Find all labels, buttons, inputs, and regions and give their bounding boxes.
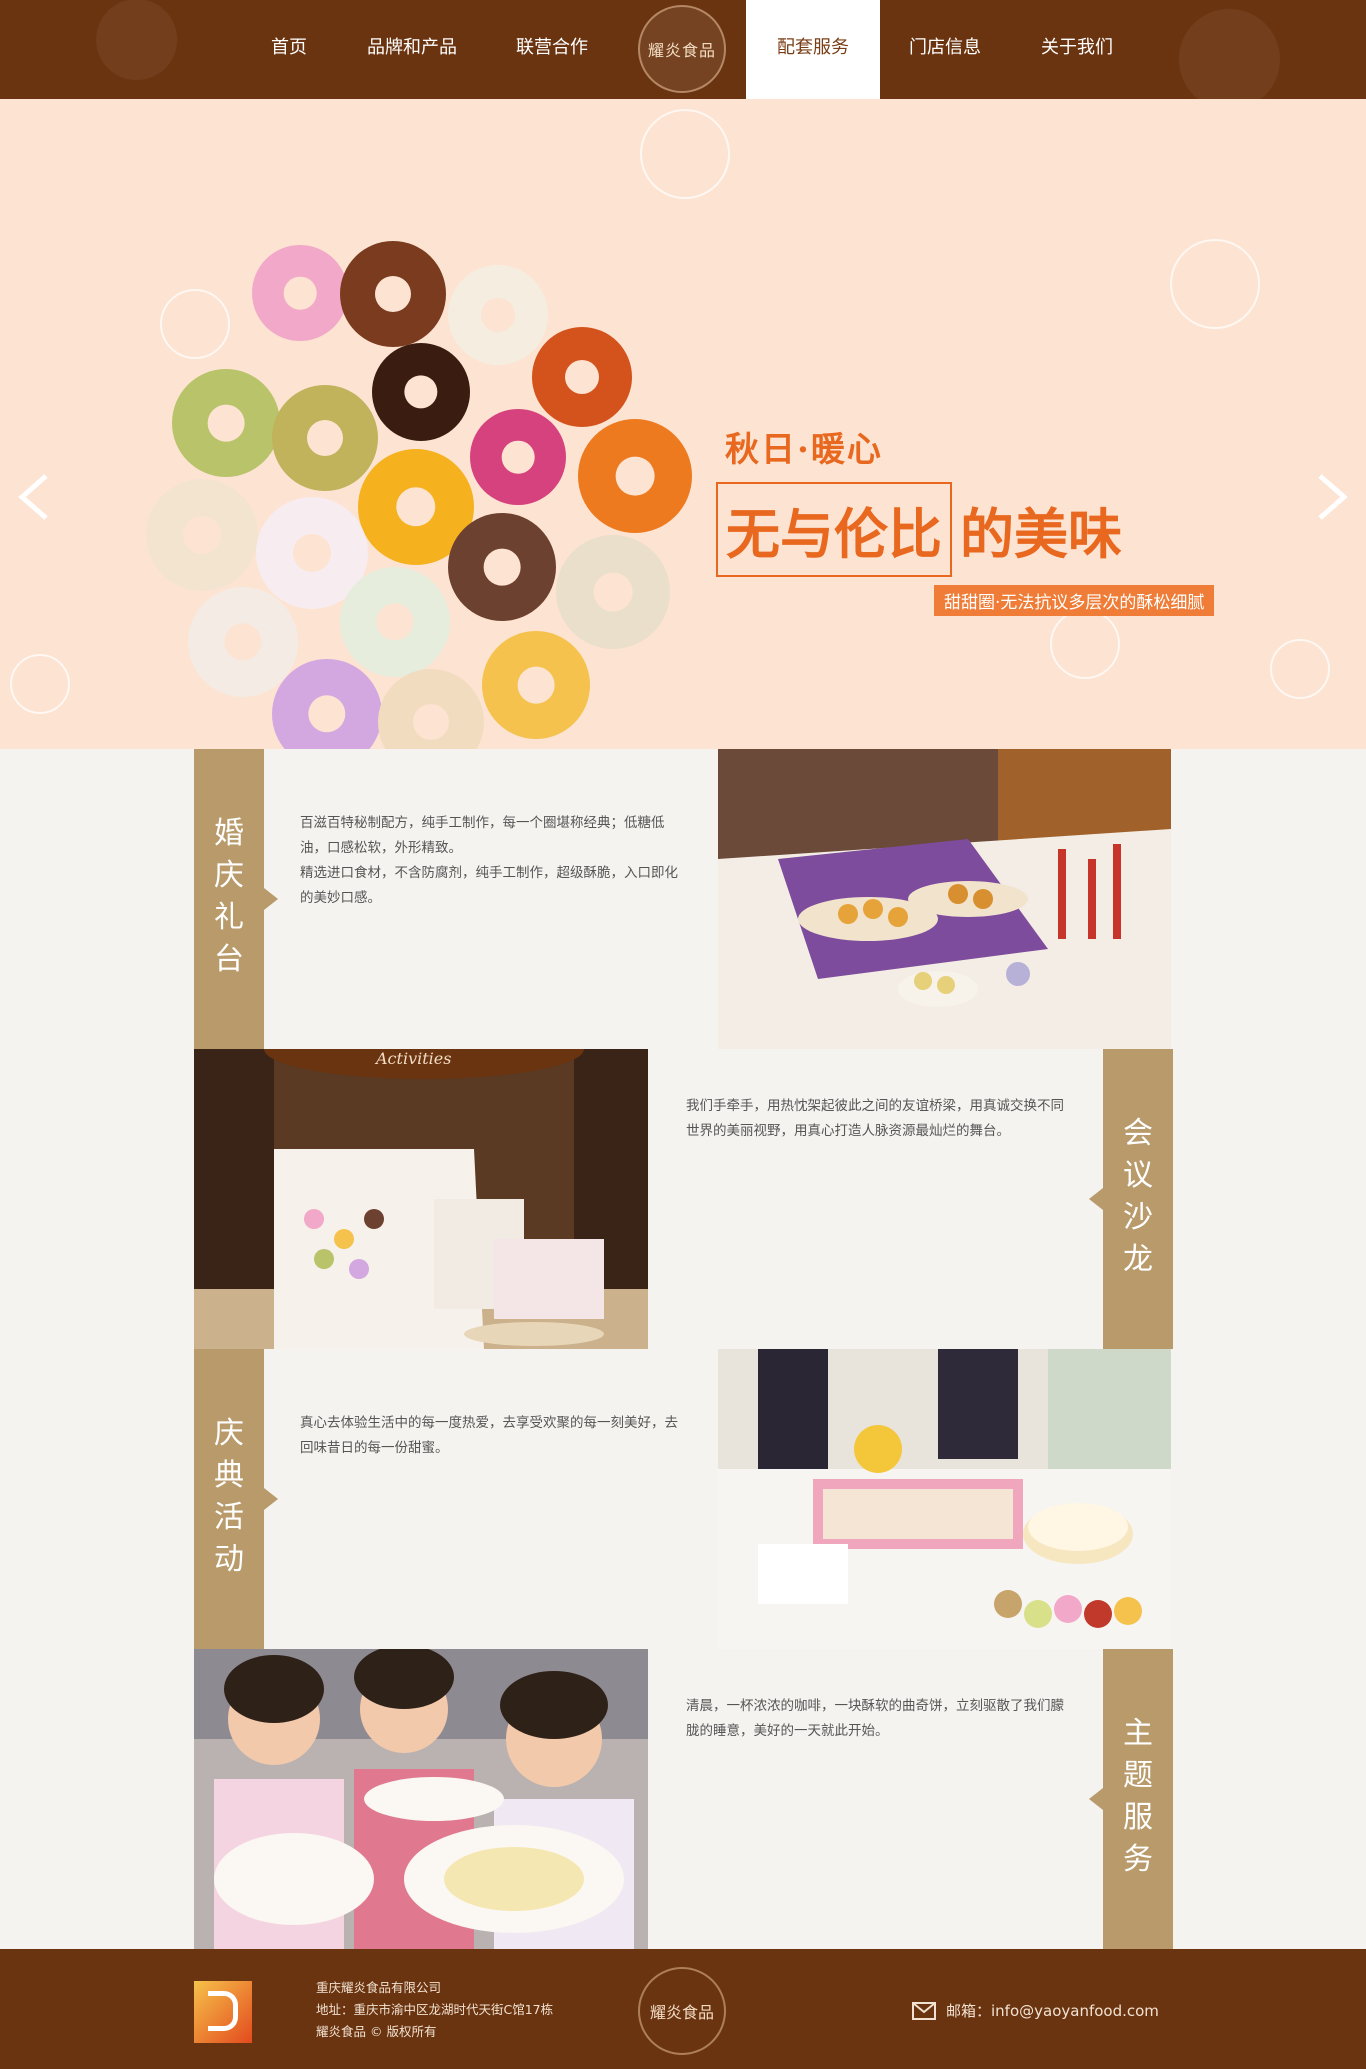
wedding-dessert-table-photo [718,749,1171,1049]
service-label-text: 主 题 服 务 [1123,1716,1153,1877]
service-label-salon: 会 议 沙 龙 [1103,1049,1173,1349]
banner-tagline: 甜甜圈·无法抗议多层次的酥松细腻 [934,585,1215,616]
decor-ring [640,109,730,199]
band-notch [264,1488,278,1510]
service-desc-wedding: 百滋百特秘制配方，纯手工制作，每一个圈堪称经典；低糖低油，口感松软，外形精致。 … [300,815,678,906]
band-notch [1089,1188,1103,1210]
service-desc-celebration: 真心去体验生活中的每一度热爱，去享受欢聚的每一刻美好，去回味昔日的每一份甜蜜。 [300,1415,678,1456]
celebration-dessert-photo [718,1349,1171,1649]
service-label-text: 会 议 沙 龙 [1123,1116,1153,1277]
footer-company-name: 重庆耀炎食品有限公司 [316,1980,442,1995]
mail-icon [912,2001,936,2020]
banner-title-rest: 的美味 [960,502,1122,566]
donut [372,343,470,441]
donut [578,419,692,533]
banner-title: 无与伦比 的美味 [716,482,1122,577]
footer-logo-circle: 耀炎食品 [638,1967,726,2055]
footer-email[interactable]: 邮箱：info@yaoyanfood.com [912,2000,1159,2021]
donut [188,587,298,697]
service-desc-salon: 我们手牵手，用热忱架起彼此之间的友谊桥梁，用真诚交换不同世界的美丽视野，用真心打… [686,1098,1064,1139]
next-slide-arrow-icon[interactable] [1306,474,1352,520]
banner-title-boxed: 无与伦比 [716,482,952,577]
donut [470,409,566,505]
hero-banner: 秋日·暖心 无与伦比 的美味 甜甜圈·无法抗议多层次的酥松细腻 [0,99,1366,749]
site-footer: 重庆耀炎食品有限公司 地址：重庆市渝中区龙湖时代天街C馆17栋 耀炎食品 © 版… [0,1949,1366,2069]
donut [172,369,280,477]
donut [448,265,548,365]
company-logo [194,1981,252,2043]
nav-stores[interactable]: 门店信息 [896,0,994,99]
salon-event-photo: Activities [194,1049,648,1349]
nav-franchise[interactable]: 联营合作 [500,0,604,99]
decor-ring [10,654,70,714]
band-notch [264,888,278,910]
donut [378,669,484,749]
decor-ring [1170,239,1260,329]
prev-slide-arrow-icon[interactable] [14,474,60,520]
nav-home[interactable]: 首页 [252,0,326,99]
donut [532,327,632,427]
donut [482,631,590,739]
service-label-text: 庆 典 活 动 [214,1416,244,1577]
donut [146,479,258,591]
donut [556,535,670,649]
donut [272,385,378,491]
donut [252,245,348,341]
nav-brand-products[interactable]: 品牌和产品 [352,0,472,99]
service-label-text: 婚 庆 礼 台 [214,816,244,977]
nav-services[interactable]: 配套服务 [746,0,880,99]
service-desc-theme: 清晨，一杯浓浓的咖啡，一块酥软的曲奇饼，立刻驱散了我们朦胧的睡意，美好的一天就此… [686,1698,1064,1739]
kids-theme-photo [194,1649,648,1949]
nav-logo[interactable]: 耀炎食品 [638,5,726,93]
donut [448,513,556,621]
banner-subtitle: 秋日·暖心 [725,430,883,470]
top-nav: 首页 品牌和产品 联营合作 耀炎食品 配套服务 门店信息 关于我们 [0,0,1366,99]
donut [340,567,450,677]
service-label-theme: 主 题 服 务 [1103,1649,1173,1949]
photo-activities-caption: Activities [376,1049,452,1068]
decor-ring [160,289,230,359]
nav-about[interactable]: 关于我们 [1026,0,1128,99]
services-section: 婚 庆 礼 台 百滋百特秘制配方，纯手工制作，每一个圈堪称经典；低糖低油，口感松… [0,749,1366,1949]
decor-ring [1270,639,1330,699]
band-notch [1089,1788,1103,1810]
footer-email-text[interactable]: 邮箱：info@yaoyanfood.com [946,2000,1159,2021]
footer-copyright: 耀炎食品 © 版权所有 [316,2024,437,2039]
footer-company-info: 重庆耀炎食品有限公司 地址：重庆市渝中区龙湖时代天街C馆17栋 耀炎食品 © 版… [316,1977,553,2043]
donut [340,241,446,347]
service-label-wedding: 婚 庆 礼 台 [194,749,264,1049]
service-label-celebration: 庆 典 活 动 [194,1349,264,1649]
decor-ring [1050,609,1120,679]
footer-address: 地址：重庆市渝中区龙湖时代天街C馆17栋 [316,2002,554,2017]
